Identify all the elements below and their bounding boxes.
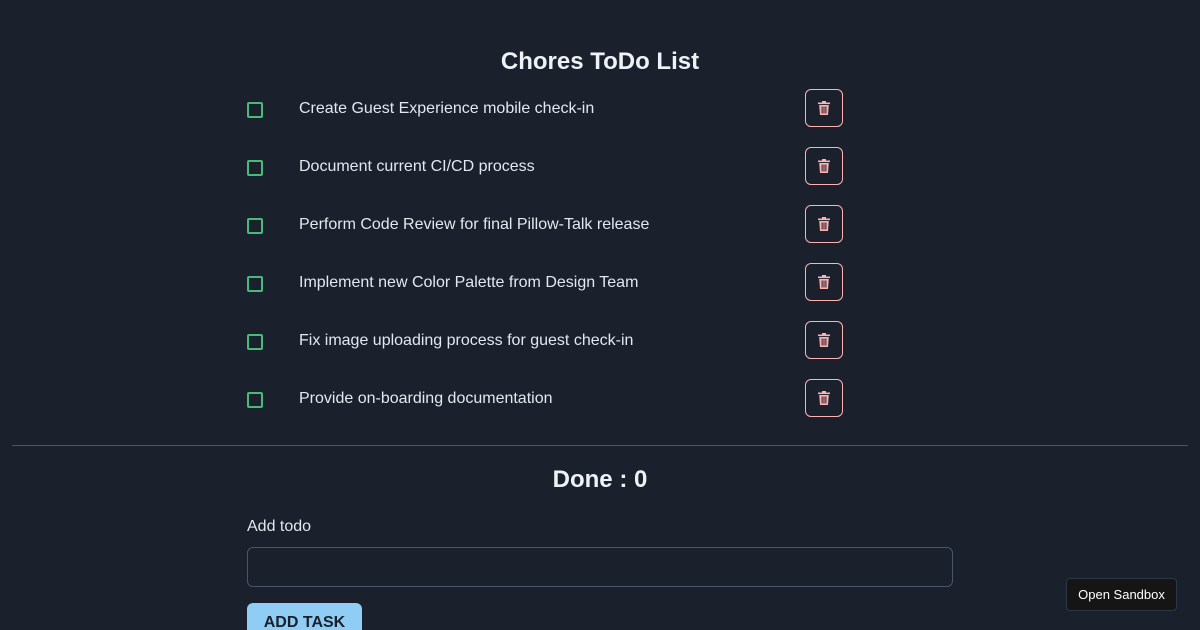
delete-todo-button[interactable] xyxy=(805,263,843,301)
trash-icon xyxy=(818,275,830,289)
delete-todo-button[interactable] xyxy=(805,379,843,417)
delete-todo-button[interactable] xyxy=(805,147,843,185)
trash-icon xyxy=(818,333,830,347)
todo-item: Fix image uploading process for guest ch… xyxy=(247,321,847,379)
section-divider xyxy=(12,445,1188,446)
todo-item: Implement new Color Palette from Design … xyxy=(247,263,847,321)
todo-item: Document current CI/CD process xyxy=(247,147,847,205)
todo-text: Implement new Color Palette from Design … xyxy=(299,274,639,291)
trash-icon xyxy=(818,217,830,231)
todo-checkbox[interactable] xyxy=(247,276,263,292)
delete-todo-button[interactable] xyxy=(805,205,843,243)
todo-checkbox[interactable] xyxy=(247,102,263,118)
todo-app: Chores ToDo List Create Guest Experience… xyxy=(0,0,1200,630)
page-title: Chores ToDo List xyxy=(500,48,700,75)
todo-checkbox[interactable] xyxy=(247,160,263,176)
delete-todo-button[interactable] xyxy=(805,321,843,359)
add-task-button[interactable]: ADD TASK xyxy=(247,603,362,630)
todo-checkbox[interactable] xyxy=(247,392,263,408)
todo-checkbox[interactable] xyxy=(247,218,263,234)
trash-icon xyxy=(818,159,830,173)
trash-icon xyxy=(818,101,830,115)
todo-text: Create Guest Experience mobile check-in xyxy=(299,100,595,117)
todo-item: Provide on-boarding documentation xyxy=(247,379,847,437)
todo-list: Create Guest Experience mobile check-in … xyxy=(247,89,847,437)
add-todo-label: Add todo xyxy=(247,518,312,535)
open-sandbox-button[interactable]: Open Sandbox xyxy=(1066,578,1177,611)
todo-text: Provide on-boarding documentation xyxy=(299,390,553,407)
todo-text: Perform Code Review for final Pillow-Tal… xyxy=(299,216,650,233)
done-count-heading: Done : 0 xyxy=(552,466,648,493)
trash-icon xyxy=(818,391,830,405)
todo-checkbox[interactable] xyxy=(247,334,263,350)
todo-text: Document current CI/CD process xyxy=(299,158,535,175)
todo-item: Create Guest Experience mobile check-in xyxy=(247,89,847,147)
add-todo-input[interactable] xyxy=(247,547,953,587)
todo-text: Fix image uploading process for guest ch… xyxy=(299,332,634,349)
delete-todo-button[interactable] xyxy=(805,89,843,127)
todo-item: Perform Code Review for final Pillow-Tal… xyxy=(247,205,847,263)
